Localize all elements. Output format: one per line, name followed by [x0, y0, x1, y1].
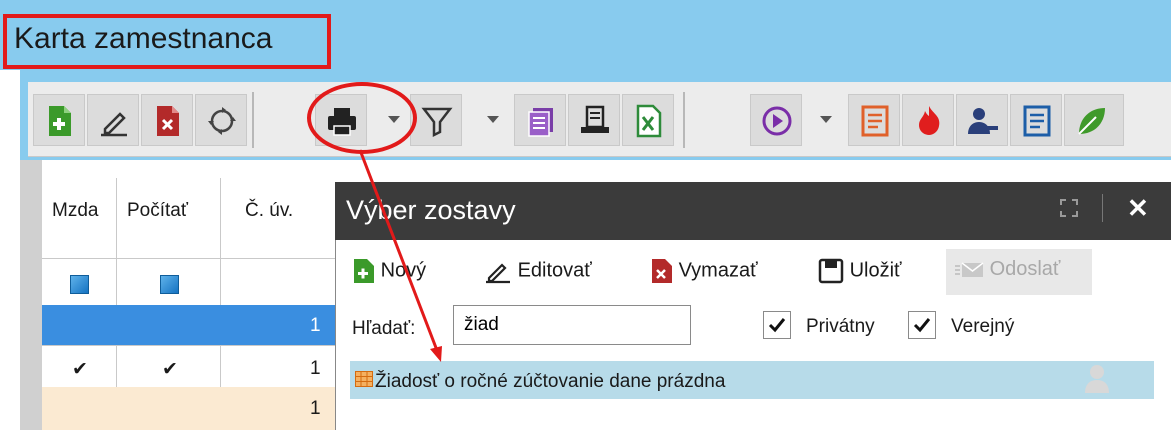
user-minus-button[interactable]: [956, 94, 1008, 146]
delete-label: Vymazať: [678, 259, 758, 282]
search-input[interactable]: [453, 305, 691, 345]
delete-doc-icon: [652, 259, 672, 283]
titlebar-divider: [1102, 194, 1103, 222]
mzda-checkbox[interactable]: [70, 275, 89, 294]
public-checkbox[interactable]: [908, 311, 936, 339]
filter-icon: [421, 107, 453, 138]
new-record-button[interactable]: [33, 94, 85, 146]
list-button[interactable]: [514, 94, 566, 146]
send-button[interactable]: Odoslať: [954, 258, 1060, 281]
doc-icon: [1023, 105, 1051, 137]
print-highlight-circle: [307, 82, 417, 154]
refresh-icon: [208, 107, 236, 135]
column-header-cuv[interactable]: Č. úv.: [245, 200, 293, 222]
table-row[interactable]: [42, 387, 340, 430]
fire-icon: [919, 106, 940, 135]
grid-row-header-strip: [20, 160, 42, 430]
cuv-cell: 1: [310, 358, 321, 379]
row-divider: [42, 345, 340, 346]
delete-button[interactable]: Vymazať: [651, 258, 758, 284]
table-row-selected[interactable]: [42, 305, 340, 345]
refresh-button[interactable]: [195, 94, 247, 146]
pocitat-checkbox[interactable]: [160, 275, 179, 294]
save-button[interactable]: Uložiť: [818, 258, 902, 284]
pencil-icon: [486, 263, 510, 284]
excel-icon: [636, 104, 662, 138]
column-header-pocitat[interactable]: Počítať: [127, 200, 188, 222]
filter-dropdown-arrow[interactable]: [487, 116, 499, 123]
user-icon: [968, 108, 998, 134]
cuv-cell: 1: [310, 315, 321, 336]
save-icon: [818, 258, 844, 284]
save-label: Uložiť: [849, 259, 902, 282]
result-label: Žiadosť o ročné zúčtovanie dane prázdna: [375, 371, 726, 392]
private-label: Privátny: [806, 316, 875, 337]
report-icon: [581, 105, 609, 133]
pencil-icon: [101, 112, 127, 137]
checkmark-icon: [913, 318, 931, 333]
list-icon: [528, 108, 553, 137]
dialog-title: Výber zostavy: [346, 195, 516, 225]
cuv-cell: 1: [310, 398, 321, 419]
column-header-mzda[interactable]: Mzda: [52, 200, 98, 222]
table-icon: [355, 371, 373, 387]
private-checkbox[interactable]: [763, 311, 791, 339]
leaf-icon: [1078, 108, 1105, 135]
play-icon: [762, 106, 792, 136]
run-dropdown-arrow[interactable]: [820, 116, 832, 123]
mzda-check: ✔: [72, 359, 88, 380]
new-button[interactable]: Nový: [353, 258, 426, 284]
new-label: Nový: [380, 259, 427, 282]
maximize-icon[interactable]: [1060, 199, 1078, 217]
user-icon: [1083, 363, 1111, 393]
edit-button[interactable]: Editovať: [484, 258, 592, 284]
send-label: Odoslať: [989, 258, 1061, 280]
fire-button[interactable]: [902, 94, 954, 146]
mail-icon: [955, 262, 984, 277]
window-title: Karta zamestnanca: [14, 22, 273, 55]
public-label: Verejný: [951, 316, 1015, 337]
report-button[interactable]: [568, 94, 620, 146]
search-label: Hľadať:: [352, 318, 416, 339]
new-doc-icon: [354, 259, 374, 283]
edit-button[interactable]: [87, 94, 139, 146]
doc-icon: [861, 105, 889, 137]
run-button[interactable]: [750, 94, 802, 146]
edit-label: Editovať: [517, 259, 592, 282]
close-icon[interactable]: ✕: [1127, 193, 1149, 224]
pocitat-check: ✔: [162, 359, 178, 380]
excel-button[interactable]: [622, 94, 674, 146]
delete-button[interactable]: [141, 94, 193, 146]
toolbar-separator: [252, 92, 254, 148]
doc-orange-button[interactable]: [848, 94, 900, 146]
toolbar-separator: [683, 92, 685, 148]
checkmark-icon: [768, 318, 786, 333]
filter-button[interactable]: [410, 94, 462, 146]
new-doc-icon: [49, 106, 71, 136]
leaf-button[interactable]: [1064, 94, 1124, 146]
doc-blue-button[interactable]: [1010, 94, 1062, 146]
delete-doc-icon: [157, 106, 179, 136]
